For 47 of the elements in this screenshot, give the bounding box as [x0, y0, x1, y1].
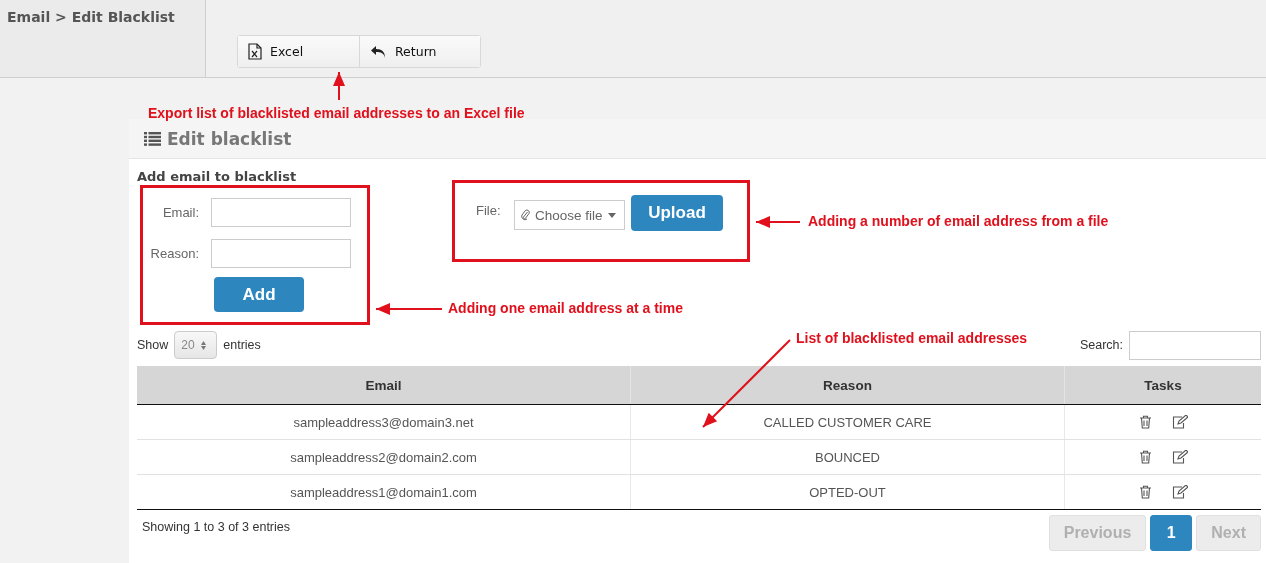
table-cell: OPTED-OUT	[630, 474, 1065, 510]
add-button[interactable]: Add	[214, 277, 304, 312]
show-label: Show	[137, 338, 169, 352]
table-cell: BOUNCED	[630, 439, 1065, 475]
callout-text: List of blacklisted email addresses	[796, 330, 1028, 346]
spinner-arrows-icon	[200, 340, 206, 350]
trash-icon[interactable]	[1138, 450, 1152, 464]
toolbar-button[interactable]: Excel	[238, 36, 359, 67]
return-arrow-icon	[370, 44, 387, 59]
column-header[interactable]: Email	[137, 366, 631, 405]
callout-arrow	[333, 71, 345, 101]
trash-icon[interactable]	[1138, 485, 1152, 499]
table-cell: sampleaddress1@domain1.com	[137, 474, 631, 510]
toolbar-button[interactable]: Return	[359, 36, 480, 67]
edit-icon[interactable]	[1171, 415, 1188, 429]
table-cell: sampleaddress3@domain3.net	[137, 404, 631, 440]
input-field[interactable]	[211, 198, 351, 227]
page-size-select[interactable]: 20	[174, 331, 218, 359]
paperclip-icon	[521, 209, 530, 221]
caret-icon	[607, 212, 616, 218]
callout-text: Adding one email address at a time	[448, 300, 683, 316]
callout-arrow	[375, 303, 443, 315]
list-icon	[144, 131, 161, 146]
column-header[interactable]: Reason	[630, 366, 1065, 405]
form-heading: Add email to blacklist	[137, 169, 298, 184]
table-info: Showing 1 to 3 of 3 entries	[141, 519, 290, 534]
search-field[interactable]	[1129, 330, 1261, 360]
input-field[interactable]	[211, 239, 351, 268]
field-label: File:	[476, 202, 502, 218]
search-label: Search:	[1079, 338, 1123, 352]
edit-icon[interactable]	[1171, 450, 1188, 464]
file-chooser[interactable]: Choose file	[514, 200, 625, 230]
field-label: Email:	[161, 205, 199, 220]
panel-title: Edit blacklist	[167, 128, 292, 149]
callout-text: Export list of blacklisted email addresses to an Excel file	[148, 105, 525, 121]
pagination-button[interactable]: 1	[1150, 515, 1193, 551]
field-label: Reason:	[149, 246, 199, 261]
spreadsheet-file-icon	[248, 43, 262, 60]
callout-text: Adding a number of email address from a file	[808, 213, 1109, 229]
trash-icon[interactable]	[1138, 415, 1152, 429]
edit-icon[interactable]	[1171, 485, 1188, 499]
column-header[interactable]: Tasks	[1064, 366, 1261, 405]
upload-button[interactable]: Upload	[631, 195, 723, 231]
entries-label: entries	[223, 338, 261, 352]
callout-arrow	[755, 216, 801, 228]
table-cell: sampleaddress2@domain2.com	[137, 439, 631, 475]
breadcrumb: Email > Edit Blacklist	[7, 9, 175, 25]
